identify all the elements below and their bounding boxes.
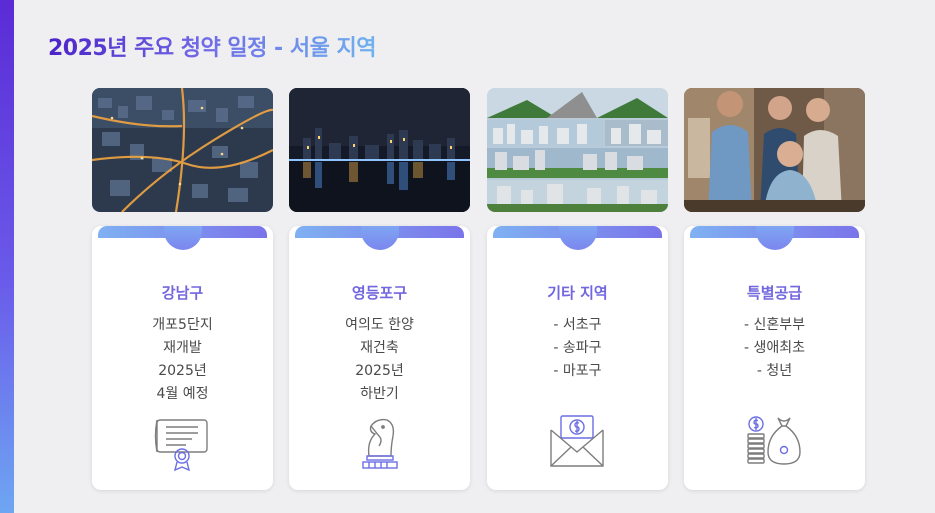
card-line: 개포5단지 <box>152 317 213 333</box>
card-line: - 신혼부부 <box>743 317 806 333</box>
people-group-photo <box>684 88 865 212</box>
certificate-icon <box>152 412 212 472</box>
card-notch <box>756 226 794 250</box>
chess-knight-icon <box>349 412 409 472</box>
card-line: 2025년 <box>355 363 404 379</box>
coins-moneybag-icon <box>744 412 804 472</box>
card-other-regions: 기타 지역 - 서초구 - 송파구 - 마포구 <box>487 226 668 490</box>
card-details: - 신혼부부 - 생애최초 - 청년 <box>684 314 865 383</box>
side-accent-bar <box>0 0 14 513</box>
card-special-supply: 특별공급 - 신혼부부 - 생애최초 - 청년 <box>684 226 865 490</box>
night-skyline-photo <box>289 88 470 212</box>
money-envelope-icon <box>547 412 607 472</box>
card-details: 개포5단지 재개발 2025년 4월 예정 <box>92 314 273 406</box>
city-collage-photo <box>487 88 668 212</box>
card-details: - 서초구 - 송파구 - 마포구 <box>487 314 668 383</box>
card-notch <box>164 226 202 250</box>
card-title: 영등포구 <box>351 284 408 302</box>
card-notch <box>361 226 399 250</box>
card-line: 재개발 <box>163 340 202 356</box>
card-line: - 생애최초 <box>743 340 806 356</box>
card-line: - 서초구 <box>553 317 602 333</box>
card-yeongdeungpo: 영등포구 여의도 한양 재건축 2025년 하반기 <box>289 226 470 490</box>
card-line: - 송파구 <box>553 340 602 356</box>
card-title: 강남구 <box>161 284 204 302</box>
card-line: 여의도 한양 <box>345 317 414 333</box>
aerial-city-photo <box>92 88 273 212</box>
card-title: 특별공급 <box>746 284 803 302</box>
card-gangnam: 강남구 개포5단지 재개발 2025년 4월 예정 <box>92 226 273 490</box>
card-line: 2025년 <box>158 363 207 379</box>
card-line: - 청년 <box>756 363 793 379</box>
card-line: 4월 예정 <box>156 386 209 402</box>
card-line: 재건축 <box>360 340 399 356</box>
card-line: - 마포구 <box>553 363 602 379</box>
card-title: 기타 지역 <box>547 284 608 302</box>
card-notch <box>559 226 597 250</box>
card-line: 하반기 <box>360 386 399 402</box>
card-details: 여의도 한양 재건축 2025년 하반기 <box>289 314 470 406</box>
page-title: 2025년 주요 청약 일정 - 서울 지역 <box>48 30 376 62</box>
